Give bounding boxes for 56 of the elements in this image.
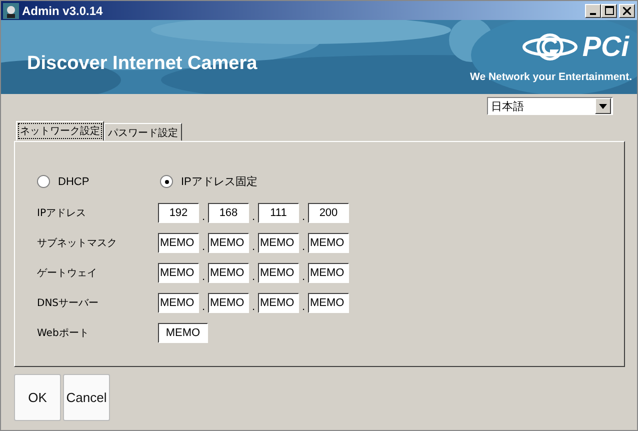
input-field[interactable]: MEMO (308, 263, 349, 283)
window-title: Admin v3.0.14 (22, 4, 104, 18)
input-field[interactable]: MEMO (308, 293, 349, 313)
banner-title: Discover Internet Camera (27, 53, 258, 75)
dot-separator: . (200, 211, 206, 223)
tab[interactable]: パスワード設定 (104, 123, 182, 141)
input-field[interactable]: MEMO (258, 293, 299, 313)
input-field[interactable]: MEMO (308, 233, 349, 253)
dialog-button[interactable]: OK (14, 374, 61, 421)
close-button[interactable] (619, 4, 635, 18)
input-field[interactable]: MEMO (158, 263, 199, 283)
field-label: Webポート (37, 327, 90, 340)
dot-separator: . (300, 241, 306, 253)
maximize-button[interactable] (601, 4, 617, 18)
minimize-button[interactable] (585, 4, 601, 18)
radio-label: DHCP (58, 176, 90, 188)
input-field[interactable]: MEMO (158, 233, 199, 253)
dot-separator: . (300, 271, 306, 283)
input-field[interactable]: MEMO (158, 323, 208, 343)
dot-separator: . (200, 301, 206, 313)
input-field[interactable]: MEMO (158, 293, 199, 313)
tab[interactable]: ネットワーク設定 (16, 121, 104, 141)
dot-separator: . (250, 271, 256, 283)
language-select[interactable]: 日本語 (487, 97, 613, 115)
input-field[interactable]: 200 (308, 203, 349, 223)
field-label: ゲートウェイ (37, 267, 98, 280)
brand-logo: PCi (582, 32, 629, 62)
dropdown-arrow-icon (599, 104, 607, 108)
field-label: サブネットマスク (37, 236, 118, 250)
input-field[interactable]: 111 (258, 203, 299, 223)
radio-label: IPアドレス固定 (181, 174, 258, 189)
input-field[interactable]: MEMO (208, 293, 249, 313)
close-icon (623, 6, 631, 14)
dot-separator: . (300, 211, 306, 223)
input-field[interactable]: MEMO (208, 263, 249, 283)
radio-button[interactable] (160, 175, 173, 188)
minimize-icon (590, 12, 596, 14)
input-field[interactable]: MEMO (208, 233, 249, 253)
dialog-button[interactable]: Cancel (63, 374, 110, 421)
tagline: We Network your Entertainment. (470, 71, 632, 83)
radio-button[interactable] (37, 175, 50, 188)
field-label: DNSサーバー (37, 297, 100, 310)
dot-separator: . (200, 241, 206, 253)
globe-logo-icon (522, 32, 578, 62)
input-field[interactable]: 168 (208, 203, 249, 223)
dot-separator: . (200, 271, 206, 283)
dot-separator: . (300, 301, 306, 313)
maximize-icon (604, 6, 614, 15)
input-field[interactable]: MEMO (258, 263, 299, 283)
dot-separator: . (250, 241, 256, 253)
input-field[interactable]: 192 (158, 203, 199, 223)
input-field[interactable]: MEMO (258, 233, 299, 253)
dot-separator: . (250, 301, 256, 313)
app-icon (3, 2, 19, 18)
field-label: IPアドレス (37, 207, 87, 220)
dot-separator: . (250, 211, 256, 223)
